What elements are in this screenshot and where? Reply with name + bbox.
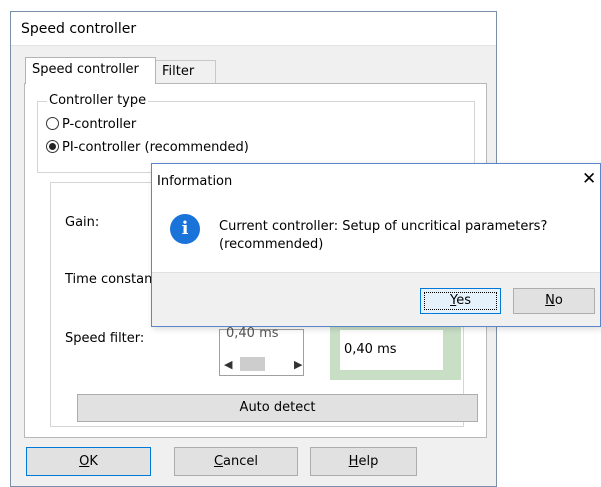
recommended-value-box: 0,40 ms [330, 319, 461, 380]
info-dialog-title: Information [157, 174, 233, 189]
ok-label-rest: K [89, 454, 98, 469]
scrollbar-thumb[interactable] [240, 357, 265, 371]
info-message-line1: Current controller: Setup of uncritical … [219, 219, 548, 234]
radio-label: P-controller [62, 117, 137, 132]
recommended-value: 0,40 ms [344, 342, 397, 357]
cancel-button[interactable]: Cancel [174, 447, 298, 476]
information-dialog: Information ✕ i Current controller: Setu… [151, 163, 601, 327]
radio-unchecked-icon[interactable] [46, 117, 59, 130]
no-button[interactable]: No [513, 288, 595, 314]
focus-rect [424, 292, 497, 310]
radio-pi-controller[interactable]: PI-controller (recommended) [46, 139, 249, 157]
scroll-left-icon[interactable]: ◀ [224, 358, 232, 371]
info-dialog-footer: Yes No [152, 272, 600, 326]
tab-speed-controller[interactable]: Speed controller [25, 57, 156, 84]
yes-button[interactable]: Yes [420, 288, 501, 314]
gain-label: Gain: [65, 215, 100, 230]
cancel-label-rest: ancel [223, 454, 259, 469]
close-icon[interactable]: ✕ [582, 169, 596, 189]
tab-filter[interactable]: Filter [155, 60, 216, 84]
help-mnemonic: H [348, 454, 359, 469]
radio-checked-icon[interactable] [46, 140, 59, 153]
help-button[interactable]: Help [310, 447, 417, 476]
cancel-mnemonic: C [213, 454, 224, 469]
speed-filter-value: 0,40 ms [226, 326, 279, 341]
title-bar[interactable]: Speed controller [11, 12, 496, 46]
no-mnemonic: N [545, 293, 555, 308]
radio-p-controller[interactable]: P-controller [46, 116, 136, 134]
ok-button[interactable]: OK [26, 447, 151, 476]
scroll-right-icon[interactable]: ▶ [294, 358, 302, 371]
info-message: Current controller: Setup of uncritical … [219, 218, 589, 254]
recommended-value-field: 0,40 ms [340, 330, 443, 370]
controller-type-legend: Controller type [47, 93, 149, 108]
ok-mnemonic: O [79, 454, 90, 469]
info-message-line2: (recommended) [219, 237, 324, 252]
speed-filter-label: Speed filter: [65, 331, 145, 346]
info-icon: i [170, 214, 200, 244]
radio-label: PI-controller (recommended) [62, 140, 249, 155]
time-constant-label: Time constant: [65, 272, 162, 287]
help-label-rest: elp [358, 454, 379, 469]
window-title: Speed controller [21, 21, 137, 37]
speed-filter-field[interactable]: 0,40 ms ◀ ▶ [219, 326, 304, 376]
no-label-rest: o [554, 293, 563, 308]
auto-detect-button[interactable]: Auto detect [77, 394, 478, 422]
